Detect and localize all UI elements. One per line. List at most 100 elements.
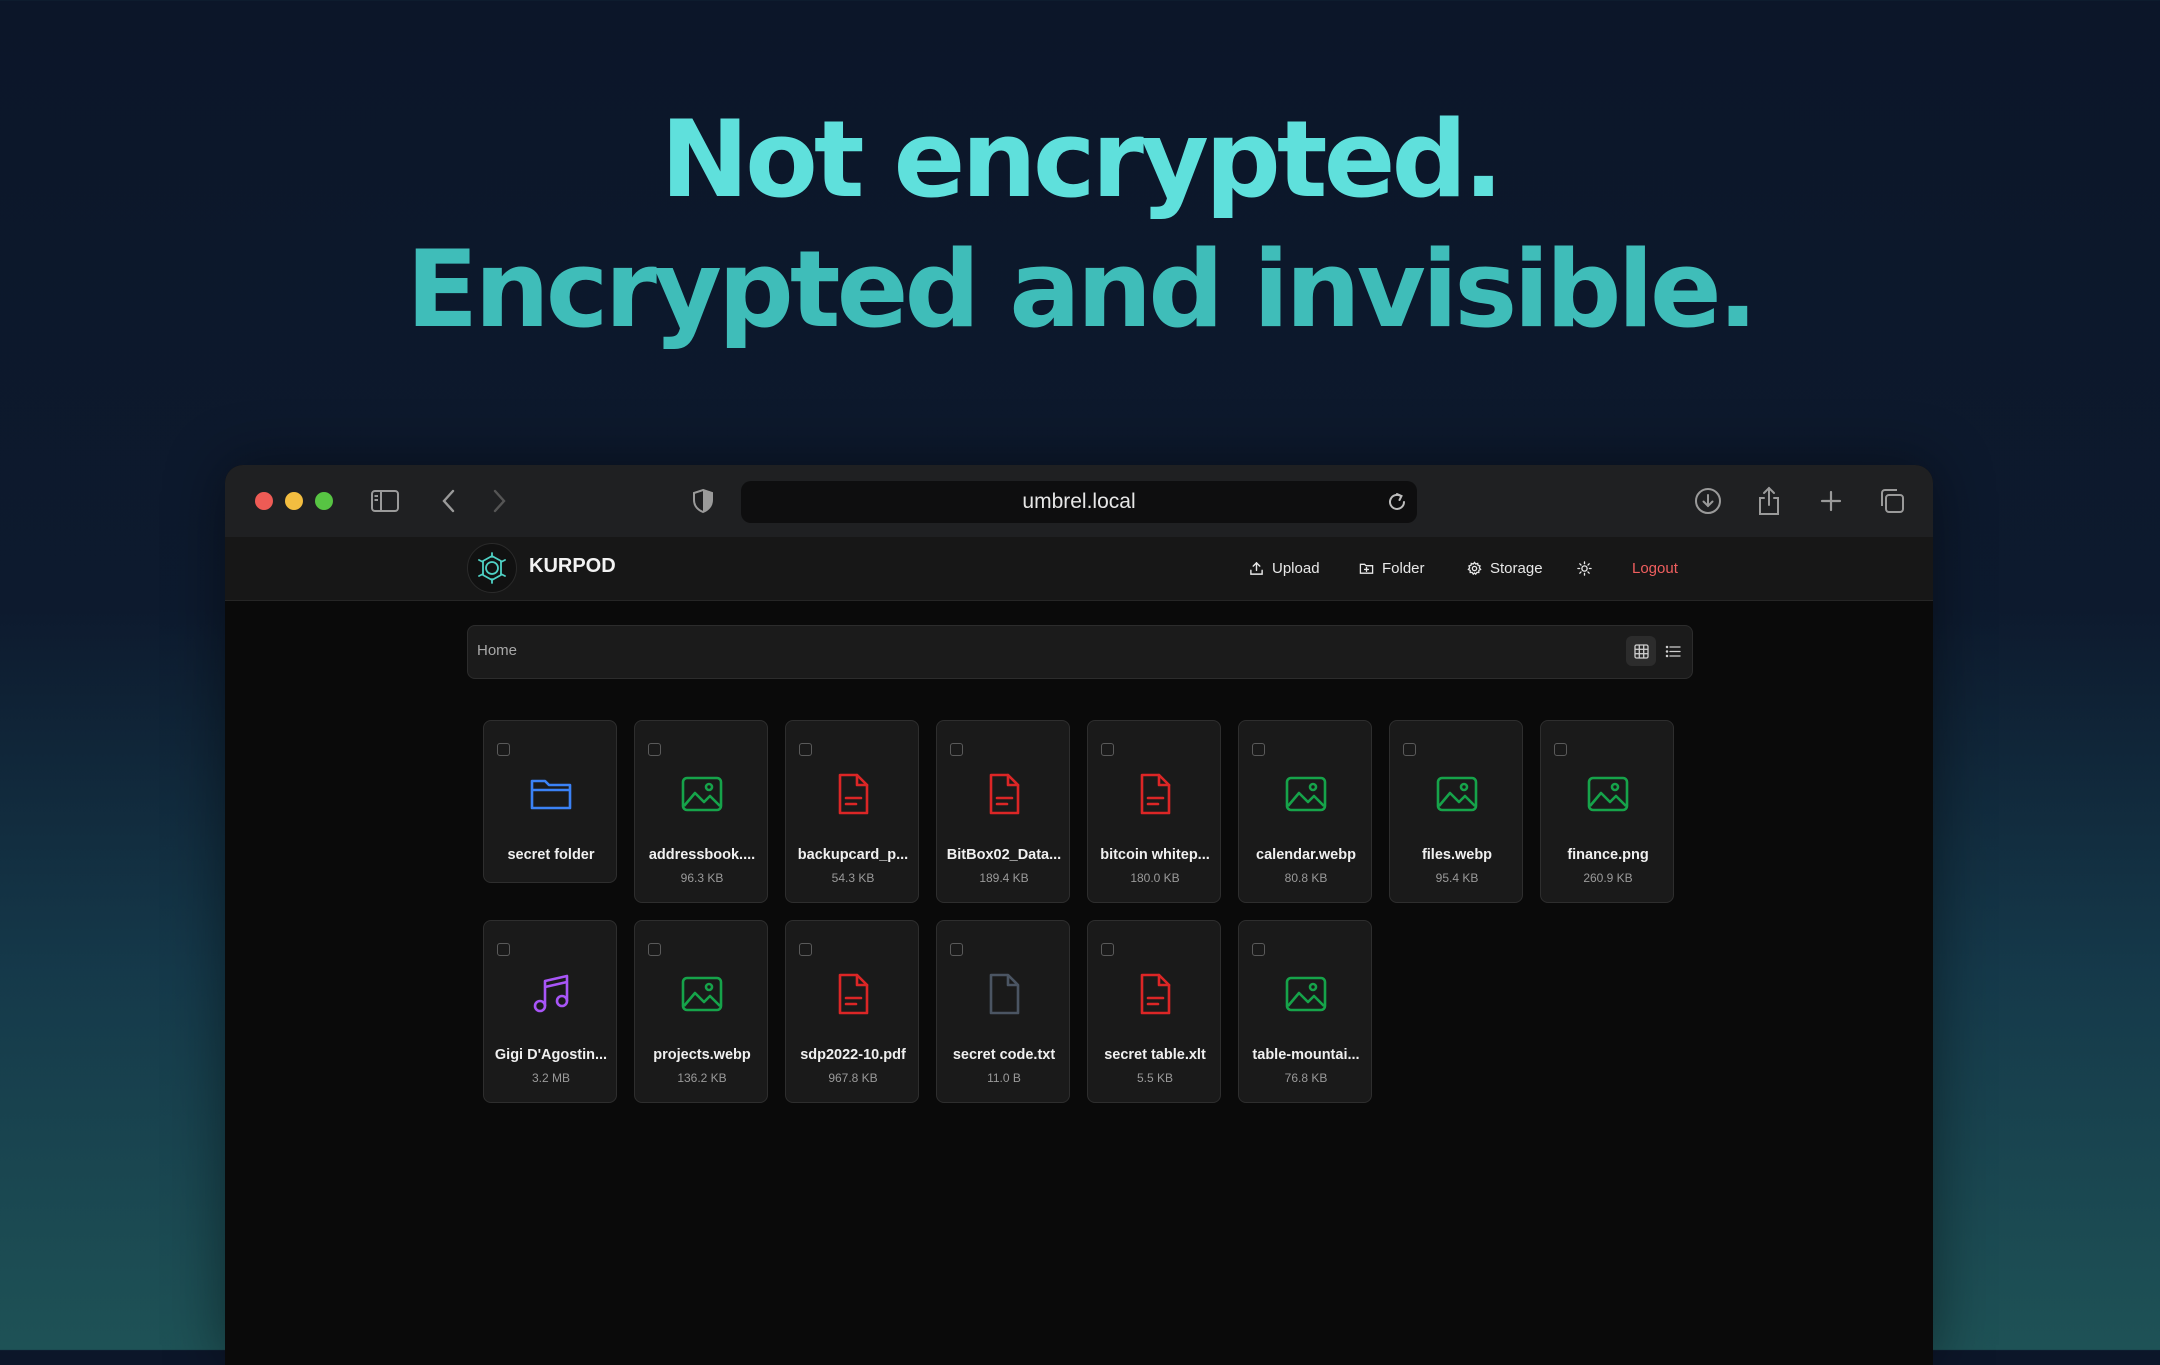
folder-icon bbox=[529, 772, 573, 816]
file-size: 5.5 KB bbox=[1136, 1071, 1174, 1085]
close-window-button[interactable] bbox=[255, 492, 273, 510]
upload-icon bbox=[1250, 561, 1263, 575]
image-icon bbox=[1284, 972, 1328, 1016]
shield-icon[interactable] bbox=[685, 483, 721, 519]
select-checkbox[interactable] bbox=[648, 943, 661, 956]
file-item[interactable]: secret code.txt 11.0 B bbox=[936, 920, 1070, 1103]
logout-button[interactable]: Logout bbox=[1632, 556, 1678, 580]
list-icon bbox=[1665, 645, 1681, 657]
select-checkbox[interactable] bbox=[950, 743, 963, 756]
text-file-icon bbox=[982, 972, 1026, 1016]
select-checkbox[interactable] bbox=[1101, 943, 1114, 956]
document-icon bbox=[831, 972, 875, 1016]
select-checkbox[interactable] bbox=[799, 743, 812, 756]
file-size: 96.3 KB bbox=[680, 871, 724, 885]
file-item[interactable]: bitcoin whitep... 180.0 KB bbox=[1087, 720, 1221, 903]
file-name: projects.webp bbox=[653, 1047, 751, 1063]
file-name: bitcoin whitep... bbox=[1100, 847, 1210, 863]
file-name: secret folder bbox=[507, 847, 595, 863]
app-header: KURPOD Upload Folder Storage Logout bbox=[225, 537, 1933, 601]
file-item[interactable]: files.webp 95.4 KB bbox=[1389, 720, 1523, 903]
theme-toggle-button[interactable] bbox=[1577, 556, 1592, 580]
gear-icon bbox=[1467, 560, 1482, 575]
sidebar-icon[interactable] bbox=[367, 483, 403, 519]
file-item[interactable]: BitBox02_Data... 189.4 KB bbox=[936, 720, 1070, 903]
image-icon bbox=[680, 972, 724, 1016]
select-checkbox[interactable] bbox=[497, 743, 510, 756]
document-icon bbox=[831, 772, 875, 816]
storage-button[interactable]: Storage bbox=[1467, 556, 1543, 580]
file-size: 54.3 KB bbox=[831, 871, 875, 885]
minimize-window-button[interactable] bbox=[285, 492, 303, 510]
address-bar[interactable]: umbrel.local bbox=[741, 481, 1417, 523]
document-icon bbox=[1133, 972, 1177, 1016]
file-item[interactable]: table-mountai... 76.8 KB bbox=[1238, 920, 1372, 1103]
file-size: 95.4 KB bbox=[1435, 871, 1479, 885]
share-icon[interactable] bbox=[1751, 483, 1787, 519]
file-size: 260.9 KB bbox=[1583, 871, 1633, 885]
file-name: table-mountai... bbox=[1252, 1047, 1360, 1063]
image-icon bbox=[680, 772, 724, 816]
logout-label: Logout bbox=[1632, 559, 1678, 577]
select-checkbox[interactable] bbox=[950, 943, 963, 956]
select-checkbox[interactable] bbox=[1252, 743, 1265, 756]
file-size: 76.8 KB bbox=[1284, 1071, 1328, 1085]
select-checkbox[interactable] bbox=[648, 743, 661, 756]
image-icon bbox=[1586, 772, 1630, 816]
file-item[interactable]: projects.webp 136.2 KB bbox=[634, 920, 768, 1103]
hero-headline-1: Not encrypted. bbox=[660, 98, 1503, 221]
browser-window: umbrel.local KURPOD Upload Folder Storag… bbox=[225, 465, 1933, 1365]
file-item[interactable]: addressbook.... 96.3 KB bbox=[634, 720, 768, 903]
kurpod-logo[interactable] bbox=[467, 543, 517, 593]
grid-view-button[interactable] bbox=[1626, 636, 1656, 666]
select-checkbox[interactable] bbox=[799, 943, 812, 956]
grid-icon bbox=[1633, 643, 1649, 659]
file-name: secret code.txt bbox=[952, 1047, 1056, 1063]
file-name: BitBox02_Data... bbox=[946, 847, 1062, 863]
tabs-overview-icon[interactable] bbox=[1874, 483, 1910, 519]
file-item[interactable]: sdp2022-10.pdf 967.8 KB bbox=[785, 920, 919, 1103]
breadcrumb-home[interactable]: Home bbox=[477, 642, 517, 659]
upload-button[interactable]: Upload bbox=[1249, 556, 1320, 580]
list-view-button[interactable] bbox=[1658, 636, 1688, 666]
select-checkbox[interactable] bbox=[1554, 743, 1567, 756]
file-name: sdp2022-10.pdf bbox=[800, 1047, 906, 1063]
file-size: 80.8 KB bbox=[1284, 871, 1328, 885]
file-name: backupcard_p... bbox=[797, 847, 909, 863]
reload-icon[interactable] bbox=[1385, 490, 1409, 514]
breadcrumb: Home bbox=[467, 625, 1693, 679]
file-item[interactable]: calendar.webp 80.8 KB bbox=[1238, 720, 1372, 903]
file-item[interactable]: secret table.xlt 5.5 KB bbox=[1087, 920, 1221, 1103]
file-item[interactable]: Gigi D'Agostin... 3.2 MB bbox=[483, 920, 617, 1103]
hero-headline-2: Encrypted and invisible. bbox=[405, 228, 1758, 351]
file-item[interactable]: finance.png 260.9 KB bbox=[1540, 720, 1674, 903]
file-name: files.webp bbox=[1421, 847, 1493, 863]
music-icon bbox=[529, 972, 573, 1016]
sun-icon bbox=[1577, 560, 1592, 576]
folder-item[interactable]: secret folder bbox=[483, 720, 617, 883]
file-item[interactable]: backupcard_p... 54.3 KB bbox=[785, 720, 919, 903]
folder-plus-icon bbox=[1359, 563, 1374, 574]
folder-label: Folder bbox=[1382, 559, 1425, 577]
image-icon bbox=[1435, 772, 1479, 816]
download-icon[interactable] bbox=[1690, 483, 1726, 519]
maximize-window-button[interactable] bbox=[315, 492, 333, 510]
file-size: 3.2 MB bbox=[531, 1071, 570, 1085]
file-size: 189.4 KB bbox=[979, 871, 1029, 885]
select-checkbox[interactable] bbox=[1101, 743, 1114, 756]
document-icon bbox=[1133, 772, 1177, 816]
file-size: 136.2 KB bbox=[677, 1071, 727, 1085]
file-name: finance.png bbox=[1567, 847, 1649, 863]
forward-icon[interactable] bbox=[481, 483, 517, 519]
new-folder-button[interactable]: Folder bbox=[1359, 556, 1425, 580]
back-icon[interactable] bbox=[431, 483, 467, 519]
select-checkbox[interactable] bbox=[1403, 743, 1416, 756]
new-tab-icon[interactable] bbox=[1813, 483, 1849, 519]
file-size: 967.8 KB bbox=[828, 1071, 878, 1085]
document-icon bbox=[982, 772, 1026, 816]
file-size: 11.0 B bbox=[987, 1071, 1021, 1085]
select-checkbox[interactable] bbox=[497, 943, 510, 956]
select-checkbox[interactable] bbox=[1252, 943, 1265, 956]
url-text: umbrel.local bbox=[1022, 490, 1136, 513]
app-brand-name: KURPOD bbox=[529, 555, 616, 577]
